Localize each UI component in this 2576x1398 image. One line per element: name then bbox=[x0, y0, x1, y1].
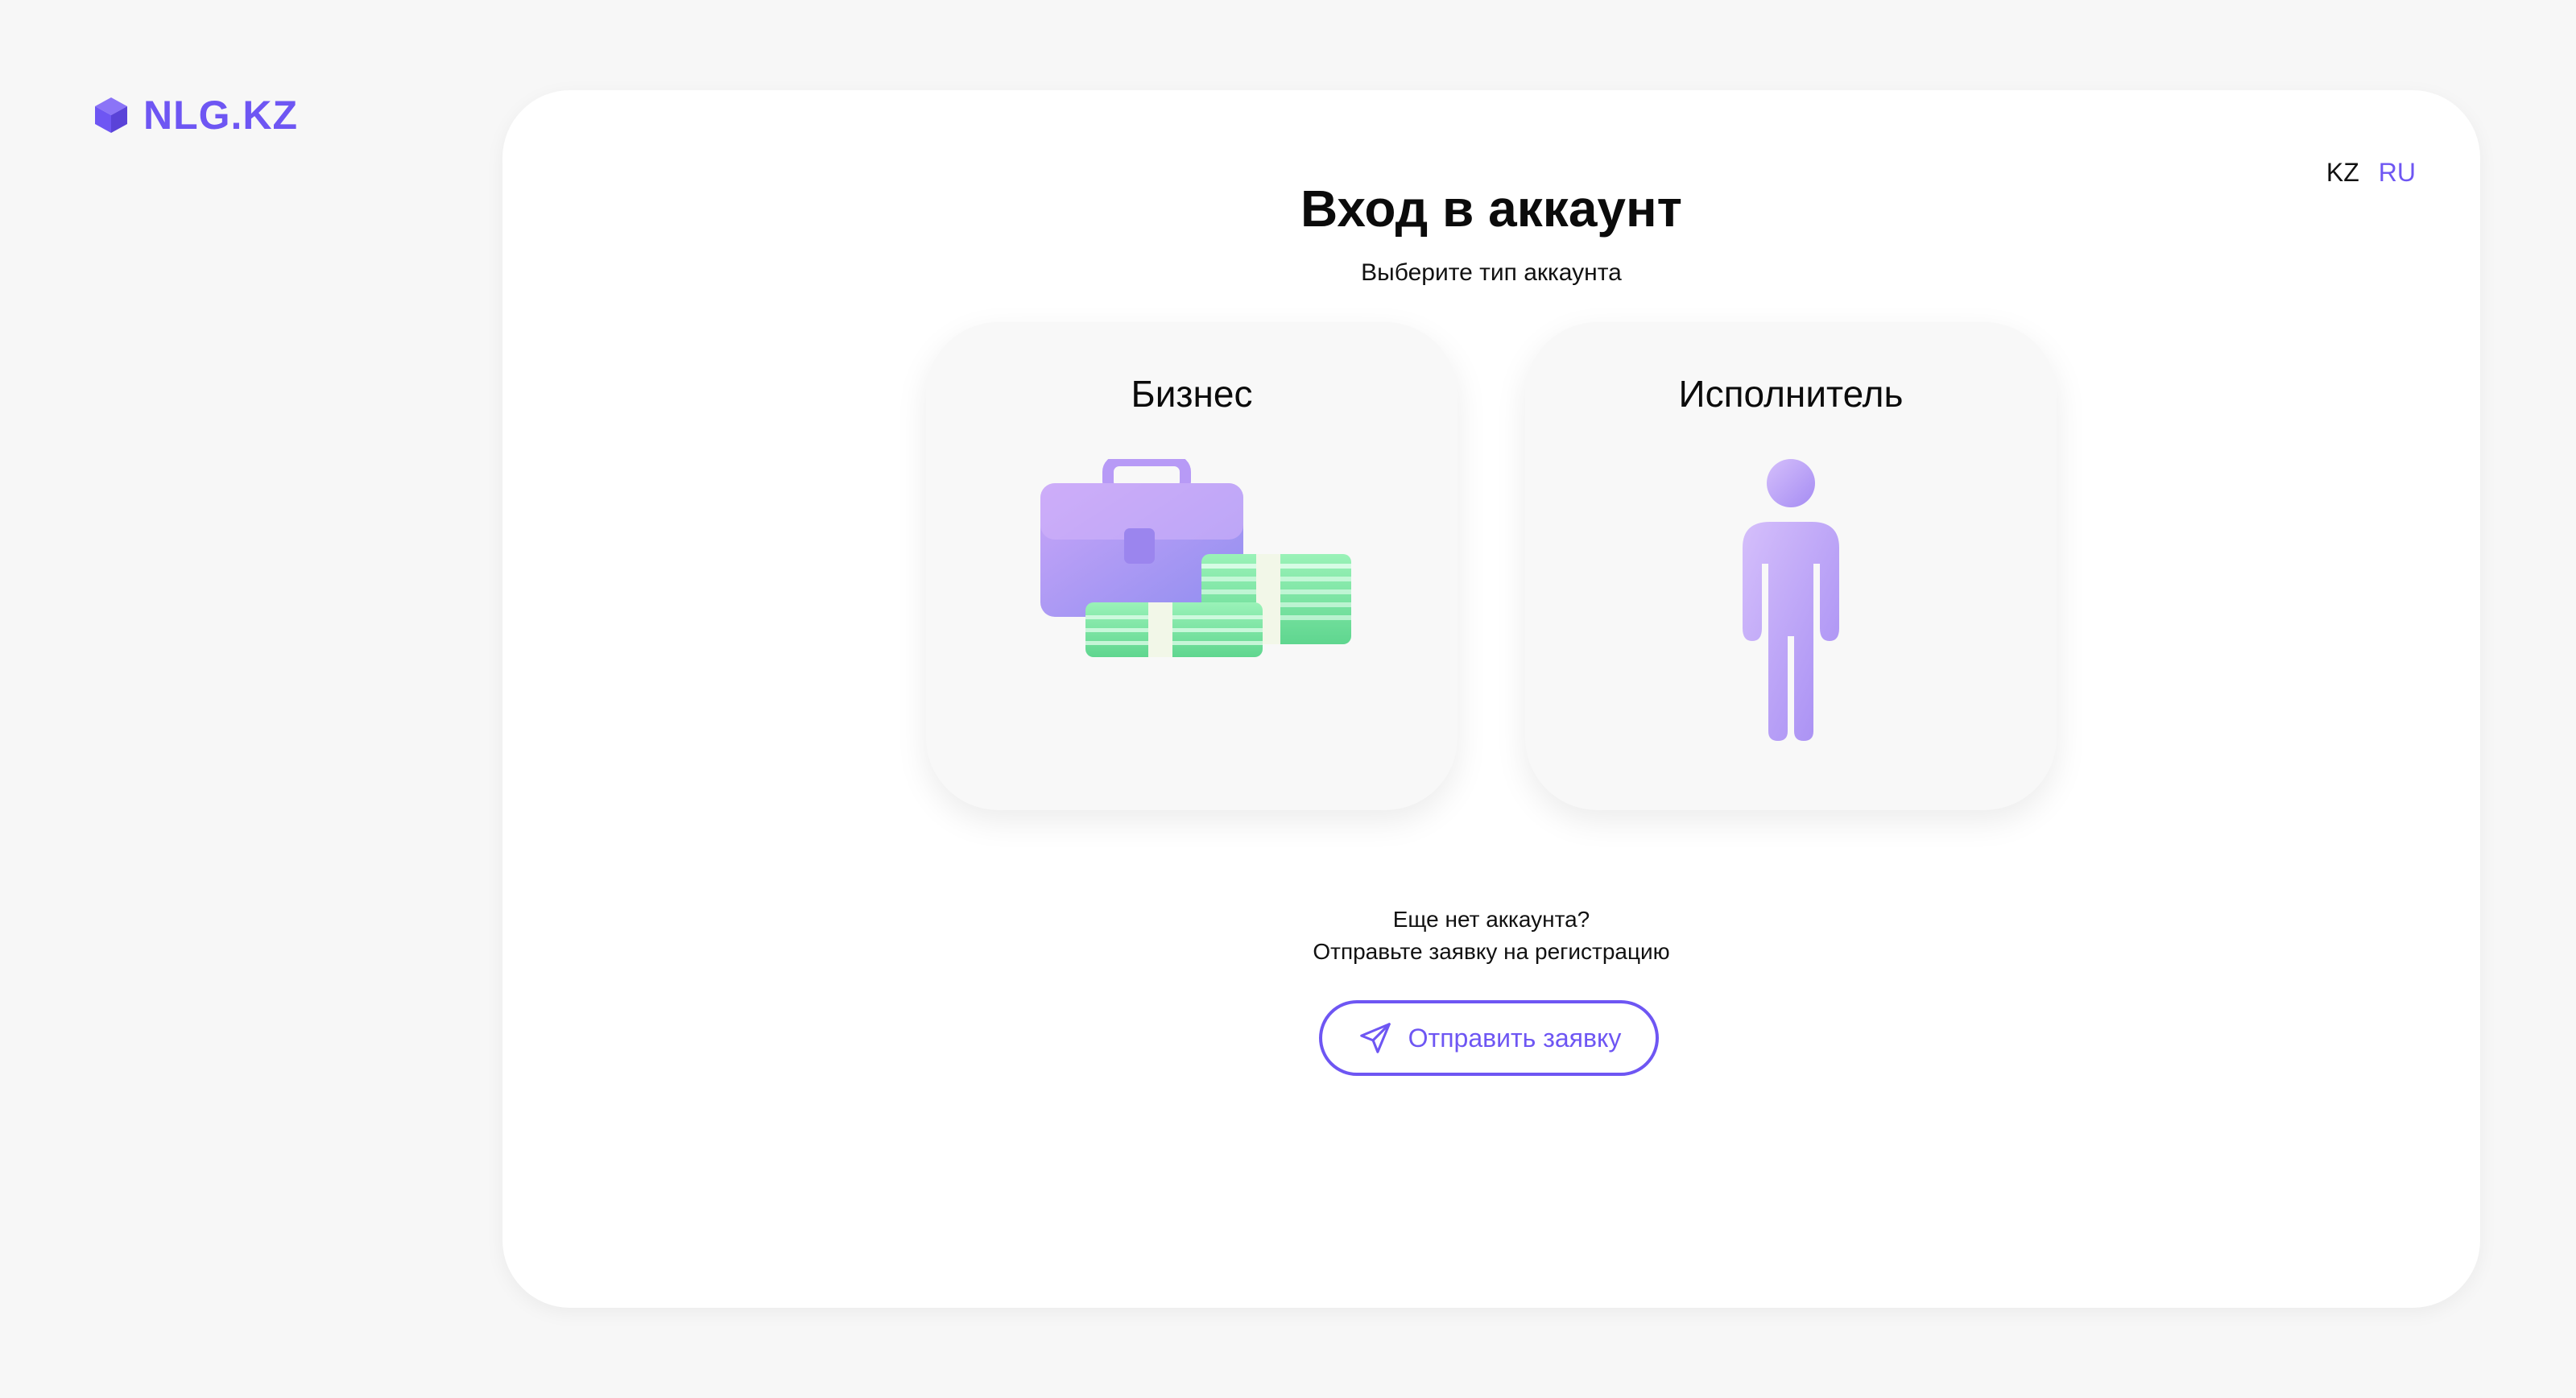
brand-logo[interactable]: NLG.KZ bbox=[93, 92, 298, 139]
registration-question: Еще нет аккаунта? bbox=[1392, 907, 1590, 932]
account-type-label: Бизнес bbox=[1131, 373, 1253, 415]
paper-plane-icon bbox=[1359, 1023, 1391, 1053]
send-request-label: Отправить заявку bbox=[1408, 1023, 1622, 1053]
account-type-business[interactable]: Бизнес bbox=[926, 322, 1458, 810]
brand-name: NLG.KZ bbox=[143, 93, 299, 138]
registration-hint: Отправьте заявку на регистрацию bbox=[1313, 939, 1670, 964]
registration-prompt: Еще нет аккаунта? Отправьте заявку на ре… bbox=[502, 904, 2480, 968]
account-type-executor[interactable]: Исполнитель bbox=[1525, 322, 2057, 810]
cube-icon bbox=[95, 97, 127, 133]
briefcase-money-icon bbox=[1040, 459, 1351, 657]
page-subtitle: Выберите тип аккаунта bbox=[1361, 259, 1622, 286]
send-request-button[interactable]: Отправить заявку bbox=[1319, 1000, 1659, 1076]
login-card: KZ RU Вход в аккаунт Выберите тип аккаун… bbox=[502, 90, 2480, 1308]
person-icon bbox=[1743, 459, 1839, 741]
account-type-label: Исполнитель bbox=[1678, 373, 1904, 415]
page-title: Вход в аккаунт bbox=[1300, 180, 1682, 238]
